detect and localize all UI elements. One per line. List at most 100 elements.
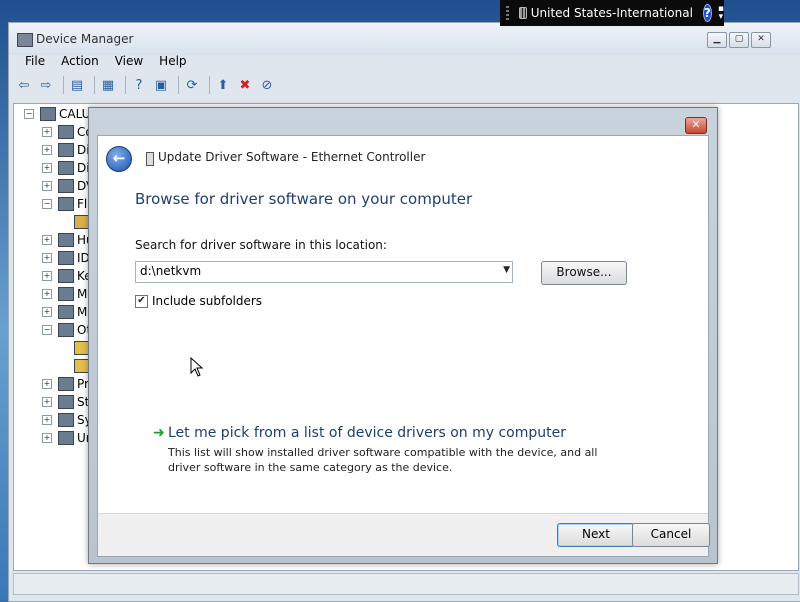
input-language[interactable]: United States-International bbox=[531, 6, 693, 20]
maximize-button[interactable]: ▢ bbox=[729, 32, 749, 48]
window-title: Device Manager bbox=[36, 32, 134, 46]
disable-device-icon[interactable]: ⊘ bbox=[258, 76, 276, 94]
tree-item[interactable]: + St bbox=[42, 393, 89, 411]
expand-icon[interactable]: + bbox=[42, 163, 52, 173]
device-category-icon bbox=[58, 251, 74, 265]
grip-handle[interactable] bbox=[506, 6, 509, 20]
computer-icon bbox=[40, 107, 56, 121]
back-arrow-icon[interactable]: ⇦ bbox=[15, 76, 33, 94]
expand-icon[interactable]: + bbox=[42, 415, 52, 425]
expand-icon[interactable]: + bbox=[42, 289, 52, 299]
tree-item[interactable]: + Ke bbox=[42, 267, 92, 285]
device-category-icon bbox=[58, 305, 74, 319]
device-category-icon bbox=[58, 287, 74, 301]
help-icon[interactable]: ? bbox=[130, 76, 148, 94]
device-category-icon bbox=[58, 125, 74, 139]
tree-item[interactable]: + Sy bbox=[42, 411, 92, 429]
location-input[interactable] bbox=[136, 262, 490, 280]
expand-icon[interactable]: + bbox=[42, 271, 52, 281]
minimize-button[interactable]: ▁ bbox=[707, 32, 727, 48]
status-bar bbox=[13, 573, 799, 595]
device-category-icon bbox=[58, 377, 74, 391]
toolbar-separator bbox=[125, 76, 126, 94]
back-arrow-icon[interactable]: ← bbox=[106, 146, 132, 172]
device-category-icon bbox=[58, 323, 74, 337]
device-category-icon bbox=[58, 233, 74, 247]
tree-item[interactable]: + Ur bbox=[42, 429, 91, 447]
browse-button[interactable]: Browse... bbox=[541, 261, 627, 285]
help-icon[interactable]: ? bbox=[702, 4, 712, 22]
tree-root-label: CALU bbox=[59, 107, 91, 121]
tree-item[interactable]: + Hu bbox=[42, 231, 94, 249]
tree-item-label: M bbox=[77, 287, 88, 301]
location-combobox[interactable]: ▼ bbox=[135, 261, 513, 283]
tree-item[interactable]: + M bbox=[42, 285, 87, 303]
expand-icon[interactable]: + bbox=[42, 433, 52, 443]
expand-icon[interactable]: + bbox=[42, 127, 52, 137]
expand-icon[interactable]: + bbox=[42, 307, 52, 317]
menu-help[interactable]: Help bbox=[151, 51, 194, 71]
collapse-icon[interactable]: − bbox=[42, 325, 52, 335]
tree-item[interactable]: + M bbox=[42, 303, 87, 321]
update-driver-dialog: ✕ ← Update Driver Software - Ethernet Co… bbox=[88, 107, 718, 564]
collapse-icon[interactable]: − bbox=[42, 199, 52, 209]
toolbar-separator bbox=[209, 76, 210, 94]
tree-item[interactable]: + Di bbox=[42, 141, 90, 159]
menu-file[interactable]: File bbox=[17, 51, 53, 71]
toolbar-separator bbox=[63, 76, 64, 94]
search-location-label: Search for driver software in this locat… bbox=[135, 238, 387, 252]
tree-item[interactable]: − Ot bbox=[42, 321, 91, 339]
dropdown-arrow-icon[interactable]: ▼ bbox=[503, 265, 510, 275]
tree-item[interactable]: + Co bbox=[42, 123, 93, 141]
forward-arrow-icon[interactable]: ⇨ bbox=[37, 76, 55, 94]
expand-icon[interactable]: + bbox=[42, 235, 52, 245]
expand-icon[interactable]: + bbox=[42, 181, 52, 191]
tree-item[interactable]: + DV bbox=[42, 177, 94, 195]
dialog-close-button[interactable]: ✕ bbox=[685, 117, 707, 134]
scan-hardware-icon[interactable]: ⟳ bbox=[183, 76, 201, 94]
tree-item[interactable]: + Di bbox=[42, 159, 90, 177]
device-category-icon bbox=[58, 197, 74, 211]
pick-from-list-link[interactable]: Let me pick from a list of device driver… bbox=[168, 425, 566, 441]
tree-item-label: M bbox=[77, 305, 88, 319]
toolbar-separator bbox=[178, 76, 179, 94]
menu-bar: File Action View Help bbox=[9, 51, 800, 71]
menu-view[interactable]: View bbox=[107, 51, 151, 71]
update-driver-icon[interactable]: ⬆ bbox=[214, 76, 232, 94]
device-category-icon bbox=[58, 179, 74, 193]
next-button[interactable]: Next bbox=[557, 523, 635, 547]
action-pane-icon[interactable]: ▣ bbox=[152, 76, 170, 94]
dialog-content: ← Update Driver Software - Ethernet Cont… bbox=[97, 135, 710, 557]
device-category-icon bbox=[58, 431, 74, 445]
uninstall-icon[interactable]: ✖ bbox=[236, 76, 254, 94]
toolbar-separator bbox=[94, 76, 95, 94]
page-title: Browse for driver software on your compu… bbox=[135, 190, 473, 208]
properties-icon[interactable]: ▦ bbox=[99, 76, 117, 94]
toolbar: ⇦ ⇨ ▤ ▦ ? ▣ ⟳ ⬆ ✖ ⊘ bbox=[9, 73, 800, 97]
tree-item-label: Fl bbox=[77, 197, 88, 211]
expand-icon[interactable]: + bbox=[42, 397, 52, 407]
include-subfolders-option[interactable]: ✔ Include subfolders bbox=[135, 294, 262, 308]
include-subfolders-checkbox[interactable]: ✔ bbox=[135, 294, 148, 308]
collapse-icon[interactable]: − bbox=[24, 109, 34, 119]
tree-item[interactable]: + Pr bbox=[42, 375, 89, 393]
expand-icon[interactable]: + bbox=[42, 379, 52, 389]
cancel-button[interactable]: Cancel bbox=[632, 523, 710, 547]
dialog-footer: Next Cancel bbox=[98, 513, 710, 556]
close-button[interactable]: ✕ bbox=[751, 32, 771, 48]
language-bar[interactable]: United States-International ? ▪ ▾ bbox=[500, 0, 724, 26]
options-chevron-icon[interactable]: ▪ ▾ bbox=[718, 5, 724, 22]
dialog-heading: Update Driver Software - Ethernet Contro… bbox=[158, 150, 426, 164]
device-icon bbox=[146, 152, 154, 166]
menu-action[interactable]: Action bbox=[53, 51, 107, 71]
tree-item[interactable]: + ID bbox=[42, 249, 90, 267]
expand-icon[interactable]: + bbox=[42, 253, 52, 263]
tree-item[interactable]: − Fl bbox=[42, 195, 87, 213]
device-category-icon bbox=[58, 269, 74, 283]
include-subfolders-label: Include subfolders bbox=[152, 294, 263, 308]
tree-root[interactable]: − CALU bbox=[24, 105, 90, 123]
show-hide-console-tree-icon[interactable]: ▤ bbox=[68, 76, 86, 94]
keyboard-icon bbox=[518, 7, 527, 19]
expand-icon[interactable]: + bbox=[42, 145, 52, 155]
device-category-icon bbox=[58, 395, 74, 409]
